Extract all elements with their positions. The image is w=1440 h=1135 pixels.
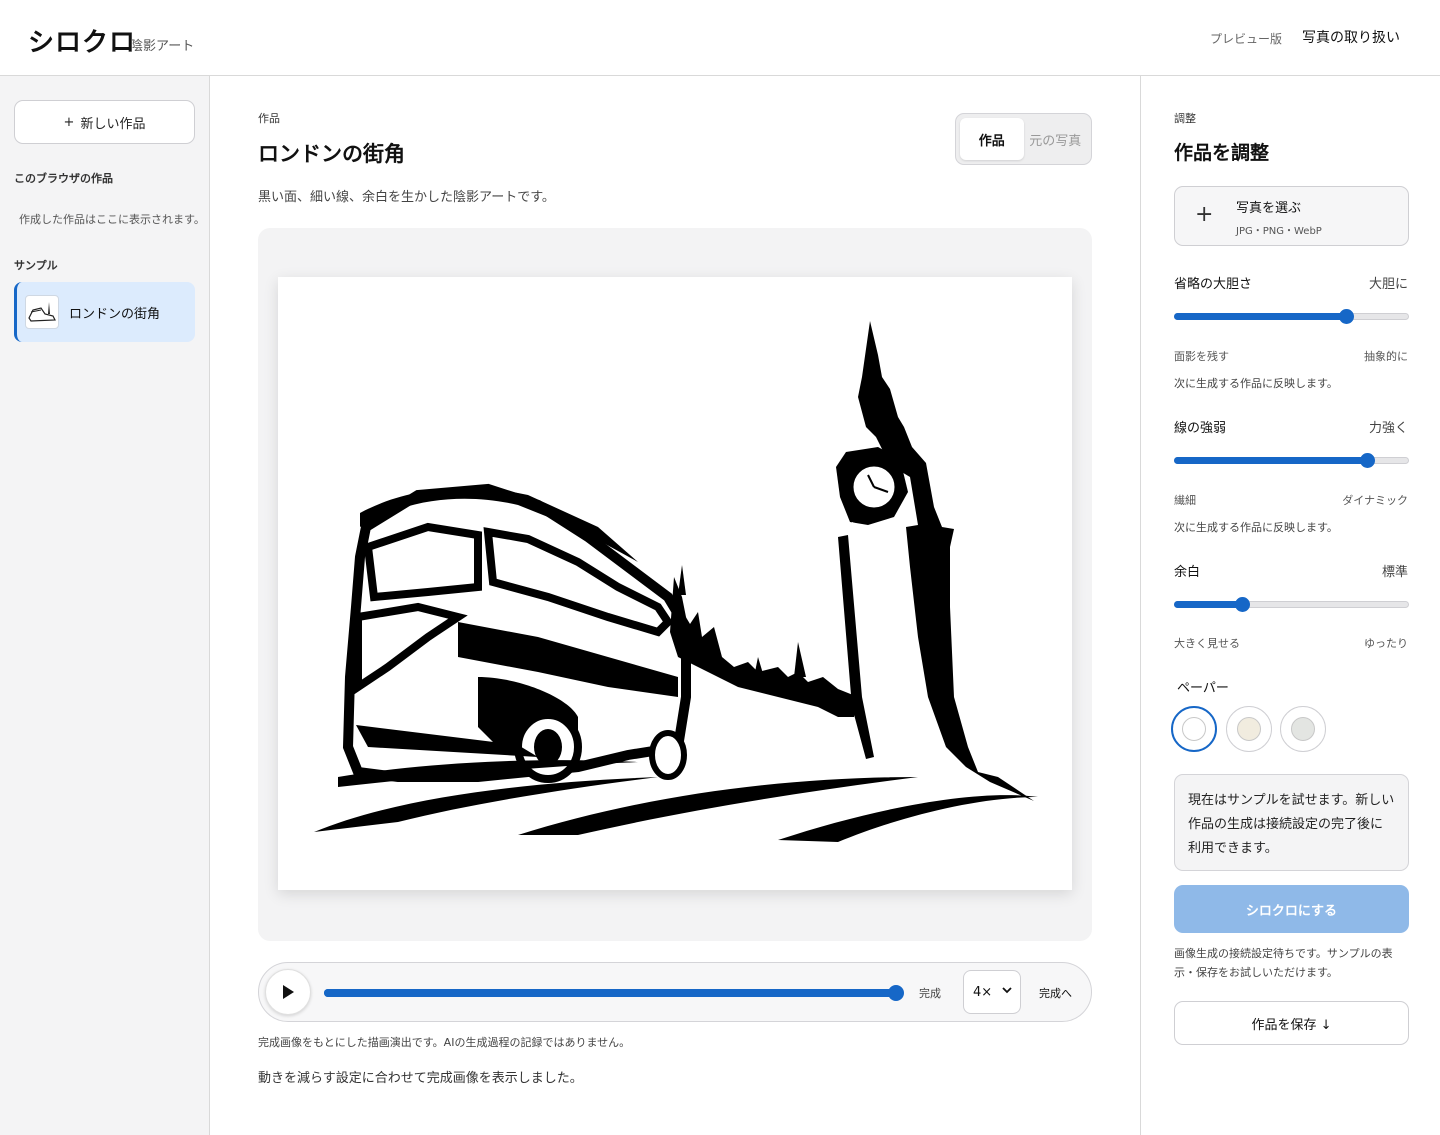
slider-handle[interactable]	[1338, 309, 1354, 324]
omission-slider[interactable]	[1174, 309, 1409, 324]
progress-bar[interactable]	[324, 985, 904, 1001]
new-artwork-button[interactable]: + 新しい作品	[14, 100, 195, 144]
stroke-max-label: ダイナミック	[1342, 494, 1408, 507]
plus-icon: +	[63, 114, 75, 130]
play-button[interactable]	[265, 969, 311, 1015]
tab-artwork[interactable]: 作品	[960, 118, 1024, 160]
artwork-canvas	[278, 277, 1072, 890]
choose-photo-label: 写真を選ぶ	[1236, 201, 1302, 216]
double-decker-bus	[342, 483, 691, 783]
artwork-title: ロンドンの街角	[258, 142, 405, 166]
app-header: シロクロ 陰影アート プレビュー版 写真の取り扱い	[0, 0, 1440, 76]
margin-min-label: 大きく見せる	[1174, 637, 1240, 650]
artwork-description: 黒い面、細い線、余白を生かした陰影アートです。	[258, 190, 555, 205]
sample-item-label: ロンドンの街角	[69, 306, 161, 322]
paper-swatch-white[interactable]	[1171, 706, 1217, 752]
panel-eyebrow: 調整	[1174, 112, 1196, 125]
choose-photo-button[interactable]: + 写真を選ぶ JPG・PNG・WebP	[1174, 186, 1409, 246]
artwork-eyebrow: 作品	[258, 112, 280, 125]
artwork-illustration	[314, 321, 1038, 842]
save-artwork-button[interactable]: 作品を保存 ↓	[1174, 1001, 1409, 1045]
play-icon	[283, 985, 294, 999]
speed-select[interactable]: 4×	[963, 970, 1021, 1014]
drawing-player: 完成 4× 完成へ	[258, 962, 1092, 1022]
slider-fill	[1174, 457, 1367, 464]
slider-fill	[1174, 601, 1243, 608]
app-subtitle: 陰影アート	[130, 39, 195, 54]
omission-slider-value: 大胆に	[1368, 277, 1408, 292]
tab-original-photo[interactable]: 元の写真	[1024, 118, 1088, 160]
omission-slider-label: 省略の大胆さ	[1174, 277, 1253, 292]
stroke-slider-value: 力強く	[1368, 421, 1408, 436]
panel-title: 作品を調整	[1174, 142, 1270, 164]
swatch-color	[1291, 717, 1315, 741]
samples-heading: サンプル	[14, 259, 58, 272]
margin-max-label: ゆったり	[1364, 637, 1408, 650]
omission-max-label: 抽象的に	[1364, 350, 1408, 363]
omission-min-label: 面影を残す	[1174, 350, 1229, 363]
preview-badge: プレビュー版	[1209, 32, 1282, 46]
swatch-color	[1182, 717, 1206, 741]
stroke-slider-label: 線の強弱	[1174, 421, 1227, 436]
stroke-slider[interactable]	[1174, 453, 1409, 468]
main-area: 作品 ロンドンの街角 黒い面、細い線、余白を生かした陰影アートです。 作品 元の…	[210, 76, 1140, 1135]
browser-works-empty: 作成した作品はここに表示されます。	[19, 213, 205, 226]
slider-handle[interactable]	[1359, 453, 1375, 468]
view-toggle: 作品 元の写真	[955, 113, 1092, 165]
omission-hint: 次に生成する作品に反映します。	[1174, 377, 1338, 390]
browser-works-heading: このブラウザの作品	[14, 172, 113, 185]
paper-swatch-cream[interactable]	[1226, 706, 1272, 752]
progress-handle[interactable]	[888, 985, 904, 1001]
artwork-stage	[258, 228, 1092, 941]
progress-fill	[324, 989, 896, 997]
stroke-min-label: 繊細	[1174, 494, 1196, 507]
slider-fill	[1174, 313, 1346, 320]
playback-status: 完成	[919, 987, 941, 1000]
chevron-down-icon	[1002, 987, 1012, 994]
speed-value: 4×	[973, 984, 993, 1000]
generate-button[interactable]: シロクロにする	[1174, 885, 1409, 933]
app-logo: シロクロ	[28, 28, 137, 58]
paper-label: ペーパー	[1177, 681, 1229, 696]
skip-to-done-button[interactable]: 完成へ	[1039, 985, 1072, 1001]
slider-handle[interactable]	[1235, 597, 1251, 612]
drawing-disclaimer: 完成画像をもとにした描画演出です。AIの生成過程の記録ではありません。	[258, 1036, 631, 1049]
margin-slider-label: 余白	[1174, 565, 1201, 580]
stroke-hint: 次に生成する作品に反映します。	[1174, 521, 1338, 534]
photo-handling-link[interactable]: 写真の取り扱い	[1302, 27, 1400, 47]
photo-formats: JPG・PNG・WebP	[1236, 226, 1322, 237]
generate-note: 画像生成の接続設定待ちです。サンプルの表示・保存をお試しいただけます。	[1174, 947, 1393, 979]
reduced-motion-note: 動きを減らす設定に合わせて完成画像を表示しました。	[258, 1071, 583, 1086]
paper-swatch-gray[interactable]	[1280, 706, 1326, 752]
parliament-spires	[670, 565, 858, 717]
clock-tower	[836, 321, 1034, 801]
connection-info-box: 現在はサンプルを試せます。新しい作品の生成は接続設定の完了後に利用できます。	[1174, 774, 1409, 871]
sample-item-london[interactable]: ロンドンの街角	[14, 282, 195, 342]
new-artwork-label: 新しい作品	[80, 116, 146, 132]
sidebar: + 新しい作品 このブラウザの作品 作成した作品はここに表示されます。 サンプル…	[0, 76, 210, 1135]
plus-icon: +	[1195, 202, 1214, 227]
margin-slider-value: 標準	[1381, 565, 1408, 580]
sample-thumbnail	[25, 295, 59, 329]
swatch-color	[1237, 717, 1261, 741]
adjust-panel: 調整 作品を調整 + 写真を選ぶ JPG・PNG・WebP 省略の大胆さ 大胆に…	[1140, 76, 1440, 1135]
margin-slider[interactable]	[1174, 597, 1409, 612]
